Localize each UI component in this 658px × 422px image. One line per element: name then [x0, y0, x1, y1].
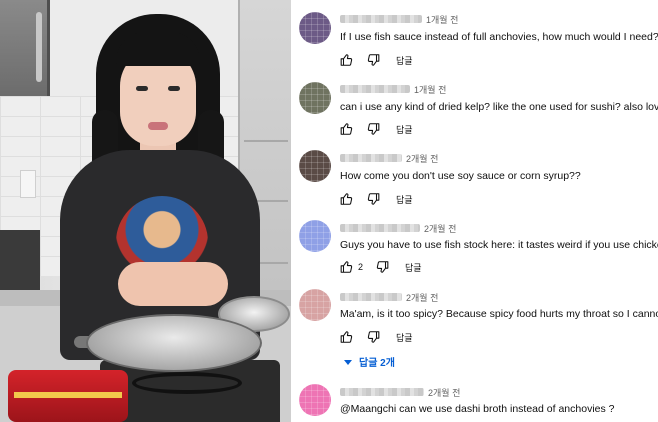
- gas-canister-band: [14, 392, 122, 398]
- host-lips: [148, 122, 168, 130]
- comment-time[interactable]: 2개월 전: [406, 152, 438, 165]
- thumb-up-icon: [340, 331, 353, 343]
- comment-time[interactable]: 1개월 전: [414, 83, 446, 96]
- like-button[interactable]: [340, 53, 354, 67]
- comment-meta: 1개월 전: [340, 82, 446, 96]
- comment-text: Ma'am, is it too spicy? Because spicy fo…: [340, 308, 658, 320]
- frying-pan: [86, 314, 262, 372]
- reply-button[interactable]: 답글: [396, 331, 413, 344]
- comment-text: How come you don't use soy sauce or corn…: [340, 170, 581, 182]
- dislike-button[interactable]: [375, 260, 389, 274]
- author-name-blurred[interactable]: [340, 293, 402, 301]
- dislike-button[interactable]: [366, 122, 380, 136]
- comment-actions: 2 답글: [340, 260, 422, 274]
- comment-actions: 답글: [340, 330, 413, 344]
- comment-text: Guys you have to use fish stock here: it…: [340, 239, 658, 251]
- comment-meta: 2개월 전: [340, 151, 438, 165]
- stove-side: [0, 230, 40, 290]
- reply-button[interactable]: 답글: [396, 123, 413, 136]
- author-name-blurred[interactable]: [340, 154, 402, 162]
- host-eye-right: [168, 86, 180, 91]
- thumb-up-icon: [340, 261, 353, 273]
- thumb-up-icon: [340, 193, 353, 205]
- comment-actions: 답글: [340, 122, 413, 136]
- avatar[interactable]: [299, 289, 331, 321]
- dislike-button[interactable]: [366, 53, 380, 67]
- author-name-blurred[interactable]: [340, 15, 422, 23]
- cabinet-drawer-line: [244, 140, 288, 142]
- comment-time[interactable]: 2개월 전: [424, 222, 456, 235]
- thumb-down-icon: [367, 54, 380, 66]
- thumb-up-icon: [340, 123, 353, 135]
- like-button[interactable]: [340, 260, 354, 274]
- comment-actions: 답글: [340, 53, 413, 67]
- comment-meta: 2개월 전: [340, 221, 456, 235]
- reply-button[interactable]: 답글: [405, 261, 422, 274]
- host-hands: [118, 262, 228, 306]
- microwave: [0, 0, 50, 96]
- like-count: 2: [358, 262, 364, 272]
- caret-down-icon: [344, 359, 352, 365]
- avatar[interactable]: [299, 384, 331, 416]
- dislike-button[interactable]: [366, 192, 380, 206]
- comments-panel: 1개월 전 If I use fish sauce instead of ful…: [291, 0, 658, 422]
- thumb-down-icon: [376, 261, 389, 273]
- author-name-blurred[interactable]: [340, 388, 424, 396]
- video-frame[interactable]: [0, 0, 291, 422]
- thumb-up-icon: [340, 54, 353, 66]
- comment-time[interactable]: 1개월 전: [426, 13, 458, 26]
- burner-grate: [132, 372, 242, 394]
- comment-text: @Maangchi can we use dashi broth instead…: [340, 403, 615, 415]
- reply-button[interactable]: 답글: [396, 193, 413, 206]
- comment-text: can i use any kind of dried kelp? like t…: [340, 101, 658, 113]
- host-eye-left: [136, 86, 148, 91]
- thumb-down-icon: [367, 123, 380, 135]
- view-replies-label: 답글 2개: [359, 358, 395, 369]
- avatar[interactable]: [299, 82, 331, 114]
- avatar[interactable]: [299, 150, 331, 182]
- like-button[interactable]: [340, 330, 354, 344]
- comment-time[interactable]: 2개월 전: [428, 386, 460, 399]
- reply-button[interactable]: 답글: [396, 54, 413, 67]
- comment-time[interactable]: 2개월 전: [406, 291, 438, 304]
- author-name-blurred[interactable]: [340, 224, 420, 232]
- comment-actions: 답글: [340, 192, 413, 206]
- comment-meta: 2개월 전: [340, 385, 460, 399]
- view-replies-button[interactable]: 답글 2개: [343, 354, 395, 369]
- dislike-button[interactable]: [366, 330, 380, 344]
- comment-text: If I use fish sauce instead of full anch…: [340, 31, 658, 43]
- like-button[interactable]: [340, 192, 354, 206]
- host-bangs: [116, 32, 200, 66]
- avatar[interactable]: [299, 12, 331, 44]
- thumb-down-icon: [367, 193, 380, 205]
- author-name-blurred[interactable]: [340, 85, 410, 93]
- comment-meta: 1개월 전: [340, 12, 458, 26]
- wall-outlet: [20, 170, 36, 198]
- avatar[interactable]: [299, 220, 331, 252]
- thumb-down-icon: [367, 331, 380, 343]
- comment-meta: 2개월 전: [340, 290, 438, 304]
- like-button[interactable]: [340, 122, 354, 136]
